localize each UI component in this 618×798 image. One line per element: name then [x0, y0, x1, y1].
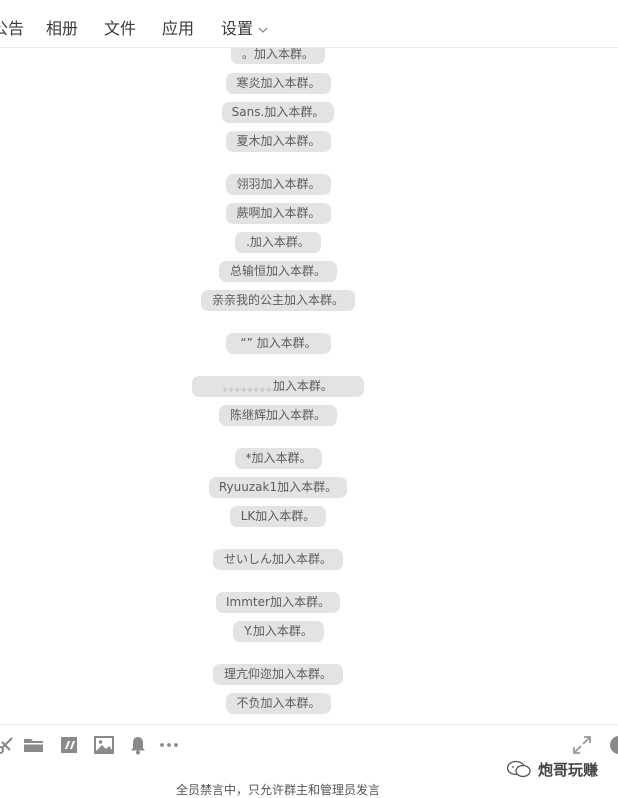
join-text: 加入本群。 [252, 624, 313, 638]
join-text: 加入本群。 [272, 379, 333, 393]
system-message: “” 加入本群。 [226, 333, 331, 354]
member-name: 夏木 [236, 134, 261, 148]
message-list[interactable]: 。加入本群。 寒炎加入本群。 Sans.加入本群。 夏木加入本群。 翎羽加入本群… [0, 48, 618, 724]
chevron-down-icon [258, 20, 268, 39]
system-message: 总输恒加入本群。 [219, 261, 337, 282]
join-text: 加入本群。 [256, 336, 317, 350]
emoji-icon[interactable] [608, 734, 618, 756]
join-text: 加入本群。 [251, 451, 312, 465]
join-text: 加入本群。 [266, 408, 327, 422]
join-text: 加入本群。 [254, 48, 315, 61]
member-name: 总输恒 [229, 264, 266, 278]
member-name: 亲亲我的公主 [211, 293, 284, 307]
member-name: 。 [241, 48, 254, 61]
tab-announcement[interactable]: 公告 [0, 15, 24, 39]
tab-apps[interactable]: 应用 [162, 15, 194, 39]
join-text: 加入本群。 [249, 235, 310, 249]
member-name: ﻬ.ﻬ.ﻬ.ﻬ.ﻬ.ﻬ.ﻬ.ﻬ. [223, 383, 273, 392]
member-name: 陈继辉 [229, 408, 266, 422]
join-text: 加入本群。 [264, 105, 325, 119]
system-message: 陈继辉加入本群。 [219, 405, 337, 426]
scissors-icon[interactable] [0, 734, 16, 756]
top-navigation: 公告 相册 文件 应用 设置 [0, 0, 618, 48]
bell-icon[interactable] [127, 734, 149, 756]
join-text: 加入本群。 [277, 480, 338, 494]
join-text: 加入本群。 [255, 509, 316, 523]
tab-files[interactable]: 文件 [104, 15, 136, 39]
member-name: 翎羽 [236, 177, 261, 191]
tab-settings[interactable]: 设置 [221, 15, 268, 39]
system-message: LK加入本群。 [230, 506, 326, 527]
join-text: 加入本群。 [260, 177, 321, 191]
member-name: Ryuuzak1 [218, 480, 278, 494]
system-message: 翎羽加入本群。 [226, 174, 331, 195]
watermark: 炮哥玩赚 [506, 758, 616, 780]
tab-album[interactable]: 相册 [46, 15, 78, 39]
system-message: 寒炎加入本群。 [226, 73, 331, 94]
join-text: 加入本群。 [272, 552, 333, 566]
image-icon[interactable] [93, 734, 115, 756]
expand-icon[interactable] [571, 734, 593, 756]
input-toolbar: 全员禁言中，只允许群主和管理员发言 炮哥玩赚 [0, 724, 618, 797]
system-message: 蕨啊加入本群。 [226, 203, 331, 224]
system-message: 夏木加入本群。 [226, 131, 331, 152]
member-name: 寒炎 [236, 76, 261, 90]
member-name: “” [240, 336, 257, 350]
more-icon[interactable] [158, 734, 180, 756]
member-name: 不负 [236, 696, 261, 710]
wechat-logo-icon [506, 760, 531, 778]
system-message: Ryuuzak1加入本群。 [209, 477, 347, 498]
system-message: *加入本群。 [235, 448, 322, 469]
system-message: 理亢仰迩加入本群。 [213, 664, 343, 685]
member-name: 蕨啊 [236, 206, 261, 220]
watermark-text: 炮哥玩赚 [538, 760, 599, 779]
join-text: 加入本群。 [260, 696, 321, 710]
system-message: 不负加入本群。 [226, 693, 331, 714]
member-name: 理亢仰迩 [223, 667, 272, 681]
join-text: 加入本群。 [260, 76, 321, 90]
system-message: Y.加入本群。 [233, 621, 324, 642]
member-name: LK [240, 509, 256, 523]
member-name: Y. [244, 624, 253, 638]
system-message: Sans.加入本群。 [222, 102, 334, 123]
system-message: 亲亲我的公主加入本群。 [201, 290, 355, 311]
join-text: 加入本群。 [269, 595, 330, 609]
folder-icon[interactable] [23, 734, 45, 756]
tab-settings-label: 设置 [221, 19, 254, 38]
system-message: せいしん加入本群。 [213, 549, 343, 570]
mute-notice: 全员禁言中，只允许群主和管理员发言 [175, 783, 380, 797]
join-text: 加入本群。 [284, 293, 345, 307]
system-message: ﻬ.ﻬ.ﻬ.ﻬ.ﻬ.ﻬ.ﻬ.ﻬ.加入本群。 [192, 376, 364, 397]
join-text: 加入本群。 [272, 667, 333, 681]
system-message: Immter加入本群。 [216, 592, 340, 613]
member-name: Sans. [231, 105, 265, 119]
join-text: 加入本群。 [266, 264, 327, 278]
member-name: Immter [226, 595, 270, 609]
system-message: .加入本群。 [235, 232, 321, 253]
join-text: 加入本群。 [260, 206, 321, 220]
system-message: 。加入本群。 [231, 48, 325, 64]
member-name: せいしん [223, 552, 272, 566]
quote-icon[interactable] [58, 734, 80, 756]
join-text: 加入本群。 [260, 134, 321, 148]
